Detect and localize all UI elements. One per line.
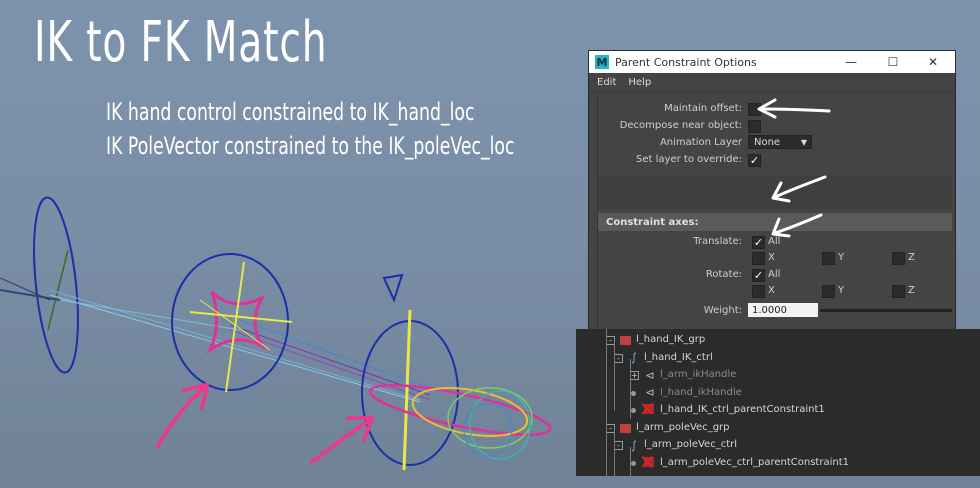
outliner-row[interactable]: ✕ l_arm_poleVec_ctrl_parentConstraint1 xyxy=(576,449,980,474)
outliner-item-label: l_arm_poleVec_ctrl xyxy=(644,439,738,450)
outliner-row[interactable]: + ⊲ l_arm_ikHandle xyxy=(576,367,980,384)
outliner-panel: - l_hand_IK_grp - ∫ l_hand_IK_ctrl + ⊲ l_arm_ik… xyxy=(576,329,980,476)
white-annotation-arrows xyxy=(757,98,831,238)
leaf-dot-icon xyxy=(631,408,636,413)
outliner-row[interactable]: ✕ l_hand_IK_ctrl_parentConstraint1 xyxy=(576,397,980,421)
red-x-mark-icon: ✕ xyxy=(639,397,656,421)
red-x-mark-icon: ✕ xyxy=(639,449,656,474)
outliner-row[interactable]: - l_hand_IK_grp xyxy=(576,332,980,349)
outliner-item-label: l_arm_poleVec_grp xyxy=(636,421,730,433)
pole-vector-control xyxy=(171,253,293,393)
leaf-dot-icon xyxy=(631,390,636,396)
subtitle-line-2: IK PoleVector constrained to the IK_pole… xyxy=(106,132,515,160)
tree-line xyxy=(614,341,615,411)
outliner-item-label: l_hand_ikHandle xyxy=(660,386,742,398)
tree-line xyxy=(614,429,615,476)
expand-icon[interactable]: + xyxy=(630,371,639,380)
left-control-circle xyxy=(0,196,79,374)
outliner-row[interactable]: - l_arm_poleVec_grp xyxy=(576,420,980,437)
ikhandle-icon: ⊲ xyxy=(645,368,655,382)
subtitle-line-1: IK hand control constrained to IK_hand_l… xyxy=(106,98,475,126)
outliner-item-label: l_hand_IK_ctrl_parentConstraint1 xyxy=(660,404,825,415)
group-icon xyxy=(620,336,631,345)
tree-line xyxy=(630,447,631,476)
group-icon xyxy=(620,423,631,433)
collapse-icon[interactable]: - xyxy=(614,441,623,450)
outliner-item-label: l_arm_ikHandle xyxy=(660,369,737,380)
tree-line xyxy=(606,329,607,476)
outliner-item-label: l_hand_IK_grp xyxy=(636,334,706,345)
outliner-row[interactable]: ⊲ l_hand_ikHandle xyxy=(576,385,980,402)
outliner-row[interactable]: - ∫ l_arm_poleVec_ctrl xyxy=(576,437,980,454)
outliner-row[interactable]: - ∫ l_hand_IK_ctrl xyxy=(576,350,980,367)
hand-control xyxy=(361,273,552,471)
annotation-arrows xyxy=(156,383,374,464)
parent-constraint-options-dialog: M Parent Constraint Options — ☐ ✕ Edit H… xyxy=(588,50,956,352)
outliner-item-label: l_hand_IK_ctrl xyxy=(644,351,713,363)
leaf-dot-icon xyxy=(631,460,636,466)
tree-line xyxy=(630,359,631,419)
collapse-icon[interactable]: - xyxy=(614,353,623,363)
slide-title: IK to FK Match xyxy=(34,10,328,75)
outliner-item-label: l_arm_poleVec_ctrl_parentConstraint1 xyxy=(660,456,849,468)
